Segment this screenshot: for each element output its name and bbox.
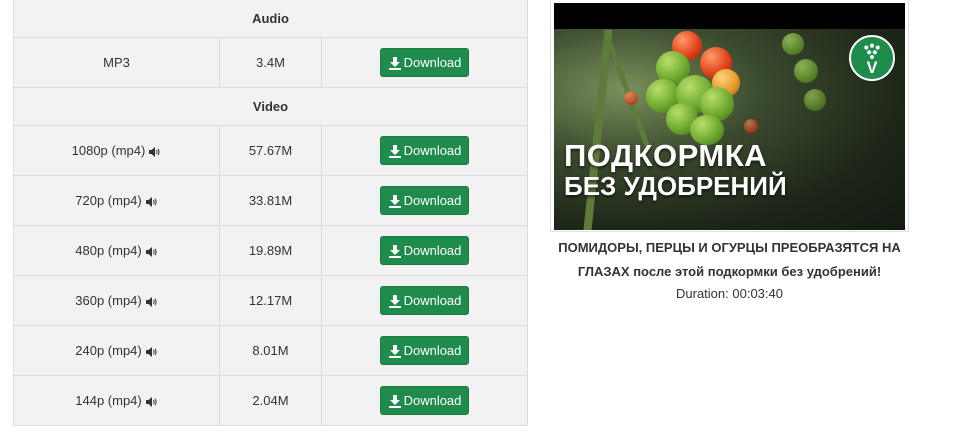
section-heading-video: Video [13,87,528,126]
action-cell: Download [321,375,528,426]
format-cell: 480p (mp4) [13,225,220,276]
format-cell: 720p (mp4) [13,175,220,226]
overlay-line-2: БЕЗ УДОБРЕНИЙ [564,171,787,201]
download-button-720p[interactable]: Download [380,186,469,215]
download-arrow-icon [388,244,401,258]
video-thumbnail[interactable]: V ПОДКОРМКА БЕЗ УДОБРЕНИЙ [554,3,905,230]
size-cell: 12.17M [219,275,322,326]
format-cell: 144p (mp4) [13,375,220,426]
download-button-mp3[interactable]: Download [380,48,469,77]
size-cell: 3.4M [219,37,322,88]
table-row: 360p (mp4) 12.17M Download [13,275,528,326]
size-cell: 8.01M [219,325,322,376]
speaker-icon [145,346,157,357]
video-caption: ПОМИДОРЫ, ПЕРЦЫ И ОГУРЦЫ ПРЕОБРАЗЯТСЯ НА… [550,236,909,304]
action-cell: Download [321,275,528,326]
table-row: 1080p (mp4) 57.67M Download [13,125,528,176]
video-title: ПОМИДОРЫ, ПЕРЦЫ И ОГУРЦЫ ПРЕОБРАЗЯТСЯ НА… [558,240,901,279]
section-heading-audio: Audio [13,0,528,38]
tomato [744,119,758,133]
tomato [804,89,826,111]
leaf-v-icon: V [864,43,880,77]
speaker-icon [145,246,157,257]
thumbnail-overlay-title: ПОДКОРМКА БЕЗ УДОБРЕНИЙ [564,138,904,201]
download-arrow-icon [388,194,401,208]
download-button-240p[interactable]: Download [380,336,469,365]
speaker-icon [145,196,157,207]
size-cell: 2.04M [219,375,322,426]
table-row: 480p (mp4) 19.89M Download [13,225,528,276]
download-arrow-icon [388,394,401,408]
download-button-144p[interactable]: Download [380,386,469,415]
action-cell: Download [321,225,528,276]
tomato [782,33,804,55]
download-button-360p[interactable]: Download [380,286,469,315]
format-cell: 1080p (mp4) [13,125,220,176]
action-cell: Download [321,325,528,376]
download-arrow-icon [388,294,401,308]
size-cell: 57.67M [219,125,322,176]
format-cell: 360p (mp4) [13,275,220,326]
video-duration: Duration: 00:03:40 [550,284,909,304]
download-table: Audio MP3 3.4M Download Video 1080p (mp4… [13,0,528,426]
action-cell: Download [321,125,528,176]
action-cell: Download [321,37,528,88]
plant-stem [603,31,650,147]
channel-logo-icon: V [849,35,895,81]
table-row: 144p (mp4) 2.04M Download [13,375,528,426]
table-row: MP3 3.4M Download [13,37,528,88]
download-arrow-icon [388,344,401,358]
speaker-icon [149,146,160,157]
table-row: 240p (mp4) 8.01M Download [13,325,528,376]
audio-section-header: Audio [13,0,528,38]
speaker-icon [145,396,157,407]
duration-value: 00:03:40 [732,286,783,301]
download-arrow-icon [388,144,401,158]
download-button-480p[interactable]: Download [380,236,469,265]
format-cell: MP3 [13,37,220,88]
format-cell: 240p (mp4) [13,325,220,376]
duration-label: Duration: [676,286,729,301]
size-cell: 33.81M [219,175,322,226]
video-thumbnail-frame[interactable]: V ПОДКОРМКА БЕЗ УДОБРЕНИЙ [550,0,909,232]
overlay-line-1: ПОДКОРМКА [564,138,768,173]
tomato [624,91,638,105]
table-row: 720p (mp4) 33.81M Download [13,175,528,226]
video-section-header: Video [13,87,528,126]
speaker-icon [145,296,157,307]
download-button-1080p[interactable]: Download [380,136,469,165]
size-cell: 19.89M [219,225,322,276]
svg-text:V: V [867,59,878,77]
tomato [794,59,818,83]
action-cell: Download [321,175,528,226]
download-arrow-icon [388,56,401,70]
